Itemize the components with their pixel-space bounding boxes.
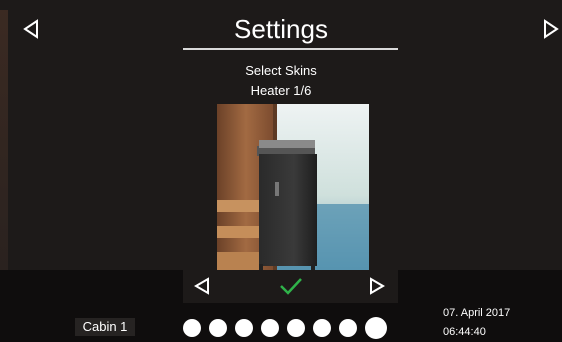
page-dot[interactable] [209, 319, 227, 337]
page-dot[interactable] [287, 319, 305, 337]
skin-selection-label: Heater 1/6 [250, 83, 312, 98]
settings-screen: Settings Select Skins Heater 1/6 Cabin 1… [0, 0, 562, 342]
page-subtitle: Select Skins [245, 63, 317, 78]
page-dot-active[interactable] [365, 317, 387, 339]
date-display: 07. April 2017 [443, 307, 511, 319]
cabin-label[interactable]: Cabin 1 [75, 318, 135, 336]
previous-skin-icon[interactable] [193, 276, 211, 296]
title-underline [183, 48, 398, 50]
page-dot[interactable] [339, 319, 357, 337]
page-title: Settings [234, 14, 328, 44]
time-display: 06:44:40 [443, 326, 486, 338]
confirm-check-icon[interactable] [278, 276, 304, 296]
page-dot[interactable] [183, 319, 201, 337]
skin-preview-image [217, 104, 369, 270]
left-edge-strip [0, 10, 8, 270]
page-dot[interactable] [235, 319, 253, 337]
page-indicator [183, 317, 387, 339]
page-dot[interactable] [261, 319, 279, 337]
next-skin-icon[interactable] [368, 276, 386, 296]
page-dot[interactable] [313, 319, 331, 337]
